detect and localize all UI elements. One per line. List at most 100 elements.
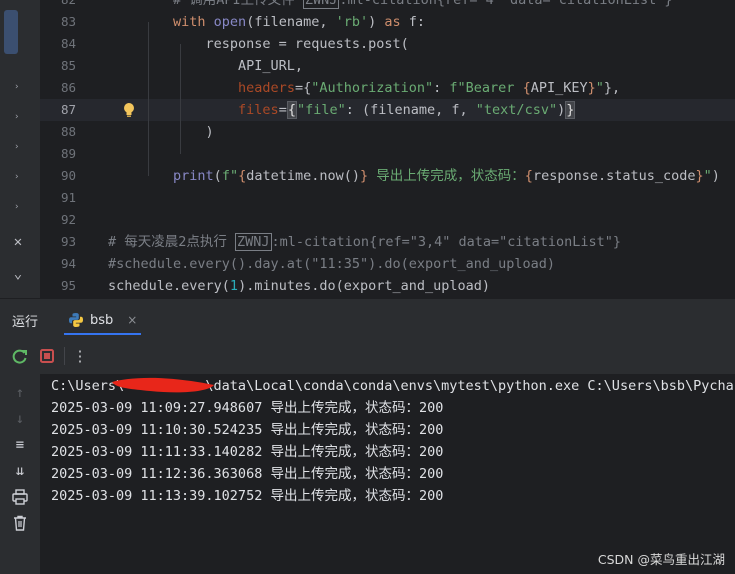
gutter-marker: ›: [14, 172, 20, 182]
redaction-mark: [112, 377, 214, 393]
code-token: ": [595, 80, 604, 96]
code-token: :: [433, 80, 450, 96]
line-number: 89: [60, 146, 76, 161]
gutter-marker: ›: [14, 142, 20, 152]
code-token: (filename,: [246, 14, 336, 30]
code-area[interactable]: # 调用API上传文件 ZWNJ:ml-citation{ref="4" dat…: [108, 0, 735, 298]
code-token: ZWNJ: [235, 233, 272, 251]
run-tool-window-header: 运行 bsb ×: [0, 298, 735, 339]
chevron-down-icon[interactable]: ⌄: [10, 266, 26, 282]
line-number: 94: [60, 256, 76, 271]
code-line[interactable]: headers={"Authorization": f"Bearer {API_…: [108, 77, 735, 99]
code-line[interactable]: [108, 143, 735, 165]
line-number: 90: [60, 168, 76, 183]
code-token: ): [711, 168, 720, 184]
code-token: response = requests.post(: [108, 36, 409, 52]
code-token: }: [565, 101, 576, 119]
code-token: open: [213, 14, 247, 30]
code-token: # 调用API上传文件: [173, 0, 303, 8]
code-line[interactable]: response = requests.post(: [108, 33, 735, 55]
code-token: f"Bearer: [449, 80, 523, 96]
soft-wrap-icon[interactable]: ≡: [11, 436, 29, 454]
code-token: ": [703, 168, 712, 184]
run-tab-label: bsb: [90, 312, 114, 328]
code-editor[interactable]: 82 83 84 85 86 87 88 89 90 91 92 93 94 95 # 调用API上传文件…: [40, 0, 735, 298]
console-output-line: 2025-03-09 11:10:30.524235 导出上传完成，状态码：20…: [51, 422, 444, 438]
code-token: "Authorization": [311, 80, 434, 96]
code-token: (: [213, 168, 222, 184]
code-token: ): [108, 124, 214, 140]
line-number: 91: [60, 190, 76, 205]
code-token: "file": [296, 102, 346, 118]
code-line[interactable]: ): [108, 121, 735, 143]
run-side-toolbar: ↑ ↓ ≡ ⇊: [0, 374, 40, 574]
code-token: API_KEY: [530, 80, 588, 96]
code-token: ).minutes.do(export_and_upload): [238, 278, 491, 294]
line-number: 92: [60, 212, 76, 227]
code-token: API_URL,: [108, 58, 304, 74]
code-token: f:: [408, 14, 426, 30]
code-token: : (filename, f,: [345, 102, 476, 118]
code-line[interactable]: # 每天凌晨2点执行 ZWNJ:ml-citation{ref="3,4" da…: [108, 231, 735, 253]
code-token: "text/csv": [475, 102, 558, 118]
scroll-to-end-icon[interactable]: ⇊: [11, 462, 29, 480]
line-number: 95: [60, 278, 76, 293]
run-panel-title: 运行: [12, 315, 39, 330]
code-line[interactable]: schedule.every(1).minutes.do(export_and_…: [108, 275, 735, 297]
gutter-marker: ›: [14, 112, 20, 122]
code-token: ): [557, 102, 566, 118]
code-token: with: [173, 14, 214, 30]
gutter-marker: ›: [14, 202, 20, 212]
gutter-marker: ›: [14, 82, 20, 92]
code-line[interactable]: [108, 187, 735, 209]
code-token: headers: [238, 80, 295, 96]
editor-side-strip: › › › › › ✕ ⌄: [0, 0, 41, 298]
console-output-line: 2025-03-09 11:12:36.363068 导出上传完成，状态码：20…: [51, 466, 444, 482]
more-icon[interactable]: ⋮: [64, 347, 89, 365]
rerun-icon[interactable]: [11, 347, 29, 365]
code-token: print: [173, 168, 214, 184]
code-line[interactable]: #schedule.every().day.at("11:35").do(exp…: [108, 253, 735, 275]
code-token: =: [278, 102, 287, 118]
line-number: 93: [60, 234, 76, 249]
run-console[interactable]: C:\Users\ \data\Local\conda\conda\envs\m…: [40, 374, 735, 574]
line-number: 85: [60, 58, 76, 73]
python-icon: [69, 313, 83, 327]
code-line[interactable]: print(f"{datetime.now()} 导出上传完成，状态码：{res…: [108, 165, 735, 187]
code-token: 'rb': [335, 14, 369, 30]
code-token: 1: [229, 278, 239, 294]
code-token: {: [522, 80, 531, 96]
print-icon[interactable]: [11, 488, 29, 506]
collapse-icon[interactable]: ✕: [10, 234, 26, 250]
code-token: #schedule.every().day.at("11:35").do(exp…: [108, 256, 556, 272]
close-icon[interactable]: ×: [127, 313, 137, 327]
arrow-up-icon[interactable]: ↑: [11, 384, 29, 402]
trash-icon[interactable]: [11, 514, 29, 532]
code-line[interactable]: API_URL,: [108, 55, 735, 77]
line-number: 88: [60, 124, 76, 139]
console-output-line: 2025-03-09 11:09:27.948607 导出上传完成，状态码：20…: [51, 400, 444, 416]
code-line[interactable]: # 调用API上传文件 ZWNJ:ml-citation{ref="4" dat…: [108, 0, 735, 11]
code-token: },: [603, 80, 621, 96]
code-token: }: [587, 80, 596, 96]
line-number-gutter: 82 83 84 85 86 87 88 89 90 91 92 93 94 95: [40, 0, 90, 298]
code-token: datetime.now(): [246, 168, 361, 184]
arrow-down-icon[interactable]: ↓: [11, 410, 29, 428]
code-token: :ml-citation{ref="3,4" data="citationLis…: [271, 234, 622, 250]
active-file-marker[interactable]: [4, 10, 18, 54]
run-tab-bsb[interactable]: bsb ×: [64, 307, 142, 335]
code-line[interactable]: [108, 209, 735, 231]
watermark: CSDN @菜鸟重出江湖: [597, 552, 725, 567]
line-number: 87: [60, 102, 76, 117]
code-line[interactable]: files={"file": (filename, f, "text/csv")…: [108, 99, 735, 121]
code-token: {: [286, 101, 297, 119]
code-token: {: [524, 168, 533, 184]
code-token: ZWNJ: [302, 0, 340, 9]
stop-icon[interactable]: [38, 347, 56, 365]
code-token: }: [360, 168, 369, 184]
code-token: schedule.every(: [108, 278, 230, 294]
code-line[interactable]: with open(filename, 'rb') as f:: [108, 11, 735, 33]
